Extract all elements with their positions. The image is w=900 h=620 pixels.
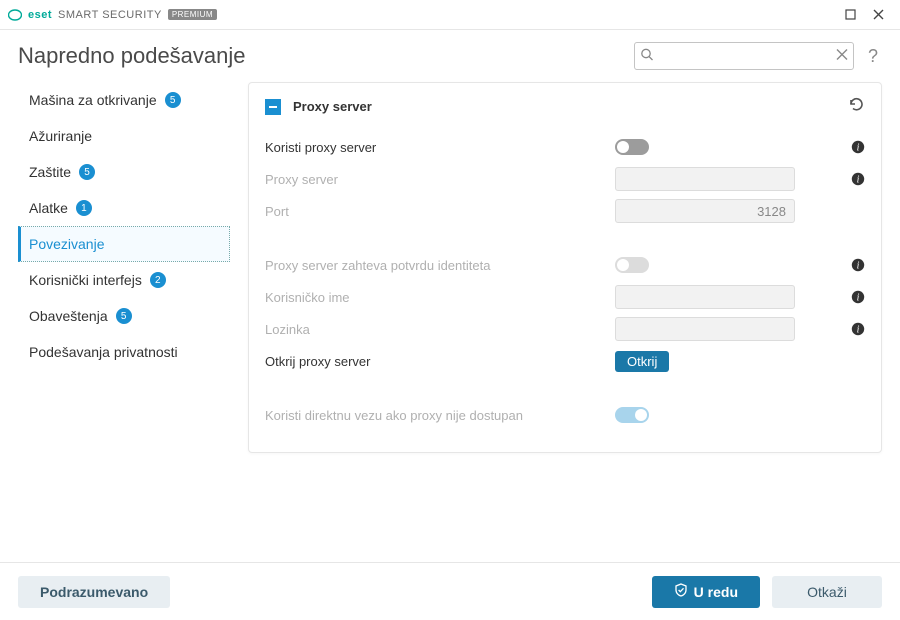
- svg-text:i: i: [857, 293, 860, 304]
- titlebar: eset SMART SECURITY PREMIUM: [0, 0, 900, 30]
- sidebar-item-label: Korisnički interfejs: [29, 272, 142, 288]
- clear-search-icon[interactable]: [836, 49, 848, 64]
- label-direct: Koristi direktnu vezu ako proxy nije dos…: [265, 408, 615, 423]
- sidebar-badge: 5: [79, 164, 95, 180]
- label-detect: Otkrij proxy server: [265, 354, 615, 369]
- sidebar-item-detection-engine[interactable]: Mašina za otkrivanje 5: [18, 82, 230, 118]
- eset-logo-icon: [8, 8, 22, 22]
- footer: Podrazumevano U redu Otkaži: [0, 562, 900, 620]
- info-auth[interactable]: i: [841, 258, 865, 272]
- row-direct: Koristi direktnu vezu ako proxy nije dos…: [265, 400, 865, 430]
- row-use-proxy: Koristi proxy server i: [265, 132, 865, 162]
- window-close-button[interactable]: [864, 5, 892, 25]
- undo-icon[interactable]: [847, 95, 865, 118]
- info-use-proxy[interactable]: i: [841, 140, 865, 154]
- sidebar-item-update[interactable]: Ažuriranje: [18, 118, 230, 154]
- default-button[interactable]: Podrazumevano: [18, 576, 170, 608]
- close-icon: [873, 9, 884, 20]
- page-title: Napredno podešavanje: [18, 43, 246, 69]
- label-password: Lozinka: [265, 322, 615, 337]
- label-username: Korisničko ime: [265, 290, 615, 305]
- sidebar-item-ui[interactable]: Korisnički interfejs 2: [18, 262, 230, 298]
- svg-text:i: i: [857, 143, 860, 154]
- settings-panel: Proxy server Koristi proxy server i Prox…: [248, 82, 882, 453]
- sidebar-item-notifications[interactable]: Obaveštenja 5: [18, 298, 230, 334]
- svg-text:i: i: [857, 261, 860, 272]
- content: Napredno podešavanje ? Mašina za otkriva…: [0, 30, 900, 562]
- cancel-button[interactable]: Otkaži: [772, 576, 882, 608]
- panel-header: Proxy server: [265, 95, 865, 118]
- svg-text:i: i: [857, 175, 860, 186]
- info-username[interactable]: i: [841, 290, 865, 304]
- sidebar-item-tools[interactable]: Alatke 1: [18, 190, 230, 226]
- ok-button-label: U redu: [694, 584, 738, 600]
- detect-button[interactable]: Otkrij: [615, 351, 669, 372]
- ok-button[interactable]: U redu: [652, 576, 760, 608]
- info-proxy-server[interactable]: i: [841, 172, 865, 186]
- input-port[interactable]: [615, 199, 795, 223]
- toggle-use-proxy[interactable]: [615, 139, 649, 155]
- sidebar-item-protections[interactable]: Zaštite 5: [18, 154, 230, 190]
- input-username[interactable]: [615, 285, 795, 309]
- header-row: Napredno podešavanje ?: [18, 42, 882, 70]
- search-wrap: [634, 42, 854, 70]
- row-proxy-server: Proxy server i: [265, 164, 865, 194]
- label-proxy-server: Proxy server: [265, 172, 615, 187]
- row-detect: Otkrij proxy server Otkrij: [265, 346, 865, 376]
- label-auth: Proxy server zahteva potvrdu identiteta: [265, 258, 615, 273]
- svg-text:i: i: [857, 325, 860, 336]
- sidebar-badge: 5: [116, 308, 132, 324]
- row-port: Port: [265, 196, 865, 226]
- sidebar-item-label: Obaveštenja: [29, 308, 108, 324]
- window-maximize-button[interactable]: [836, 5, 864, 25]
- brand-product: SMART SECURITY: [58, 9, 162, 21]
- help-button[interactable]: ?: [864, 46, 882, 67]
- search-icon: [640, 48, 654, 65]
- sidebar-item-label: Mašina za otkrivanje: [29, 92, 157, 108]
- sidebar-item-label: Alatke: [29, 200, 68, 216]
- row-password: Lozinka i: [265, 314, 865, 344]
- sidebar-item-label: Podešavanja privatnosti: [29, 344, 178, 360]
- sidebar-badge: 1: [76, 200, 92, 216]
- sidebar-item-label: Povezivanje: [29, 236, 105, 252]
- toggle-direct[interactable]: [615, 407, 649, 423]
- shield-icon: [674, 583, 688, 600]
- brand: eset SMART SECURITY PREMIUM: [8, 8, 217, 22]
- maximize-icon: [845, 9, 856, 20]
- sidebar-item-privacy[interactable]: Podešavanja privatnosti: [18, 334, 230, 370]
- sidebar-item-label: Ažuriranje: [29, 128, 92, 144]
- brand-tier: PREMIUM: [168, 9, 217, 20]
- panel-title: Proxy server: [293, 99, 372, 114]
- info-password[interactable]: i: [841, 322, 865, 336]
- row-username: Korisničko ime i: [265, 282, 865, 312]
- sidebar-badge: 2: [150, 272, 166, 288]
- collapse-icon[interactable]: [265, 99, 281, 115]
- row-auth: Proxy server zahteva potvrdu identiteta …: [265, 250, 865, 280]
- sidebar-item-label: Zaštite: [29, 164, 71, 180]
- brand-eset: eset: [28, 9, 52, 21]
- input-password[interactable]: [615, 317, 795, 341]
- label-use-proxy: Koristi proxy server: [265, 140, 615, 155]
- sidebar: Mašina za otkrivanje 5 Ažuriranje Zaštit…: [18, 82, 230, 453]
- input-proxy-server[interactable]: [615, 167, 795, 191]
- sidebar-item-connection[interactable]: Povezivanje: [18, 226, 230, 262]
- toggle-auth[interactable]: [615, 257, 649, 273]
- sidebar-badge: 5: [165, 92, 181, 108]
- search-input[interactable]: [634, 42, 854, 70]
- label-port: Port: [265, 204, 615, 219]
